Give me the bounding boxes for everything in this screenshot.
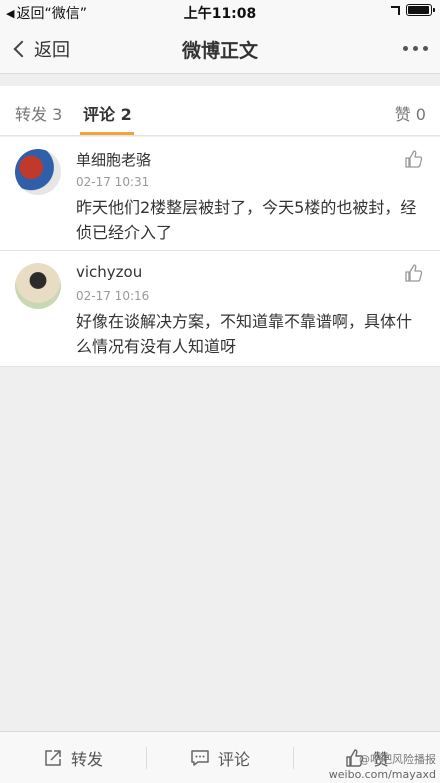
comment-text: 昨天他们2楼整层被封了，今天5楼的也被封，经侦已经介入了 bbox=[76, 198, 417, 242]
comment-item: 单细胞老骆 02-17 10:31 昨天他们2楼整层被封了，今天5楼的也被封，经… bbox=[0, 137, 440, 251]
bottom-action-bar: 转发 评论 赞 @吧吧风险播报 weibo.com/mayaxd bbox=[0, 731, 440, 783]
comment-timestamp: 02-17 10:31 bbox=[76, 175, 150, 189]
thumbs-up-icon[interactable] bbox=[404, 149, 424, 169]
more-dot-icon bbox=[413, 46, 418, 51]
comment-timestamp: 02-17 10:16 bbox=[76, 289, 150, 303]
active-tab-indicator bbox=[80, 132, 134, 135]
battery-icon bbox=[406, 4, 435, 16]
tab-bar: 转发 3 评论 2 赞 0 bbox=[0, 86, 440, 136]
status-time: 上午11:08 bbox=[183, 6, 257, 22]
comment-list: 单细胞老骆 02-17 10:31 昨天他们2楼整层被封了，今天5楼的也被封，经… bbox=[0, 137, 440, 367]
avatar[interactable] bbox=[15, 149, 61, 195]
avatar[interactable] bbox=[15, 263, 61, 309]
comment-item: vichyzou 02-17 10:16 好像在谈解决方案，不知道靠不靠谱啊，具… bbox=[0, 251, 440, 367]
comment-icon bbox=[191, 750, 209, 766]
more-dot-icon bbox=[403, 46, 408, 51]
comment-button[interactable]: 评论 bbox=[147, 732, 293, 783]
nav-bar: 返回 微博正文 bbox=[0, 24, 440, 74]
status-indicators bbox=[391, 4, 435, 16]
thumbs-up-icon[interactable] bbox=[404, 263, 424, 283]
status-bar: ◀ 返回“微信” 上午11:08 bbox=[0, 0, 440, 24]
more-dot-icon bbox=[423, 46, 428, 51]
watermark-handle: @吧吧风险播报 bbox=[359, 753, 436, 766]
tab-like[interactable]: 赞 0 bbox=[395, 101, 426, 125]
comment-username[interactable]: vichyzou bbox=[76, 263, 142, 281]
comment-text: 好像在谈解决方案，不知道靠不靠谱啊，具体什么情况有没有人知道呀 bbox=[76, 312, 413, 356]
share-icon bbox=[45, 750, 61, 766]
comment-label: 评论 bbox=[217, 750, 250, 769]
repost-button[interactable]: 转发 bbox=[0, 732, 146, 783]
tab-comment[interactable]: 评论 2 bbox=[83, 101, 132, 125]
watermark-url: weibo.com/mayaxd bbox=[328, 768, 436, 781]
location-arrow-icon bbox=[391, 5, 400, 15]
repost-label: 转发 bbox=[70, 750, 103, 769]
battery-fill bbox=[408, 6, 429, 14]
tab-repost[interactable]: 转发 3 bbox=[15, 101, 62, 125]
comment-username[interactable]: 单细胞老骆 bbox=[76, 149, 151, 170]
more-options-button[interactable] bbox=[403, 46, 428, 51]
page-title: 微博正文 bbox=[181, 40, 258, 62]
